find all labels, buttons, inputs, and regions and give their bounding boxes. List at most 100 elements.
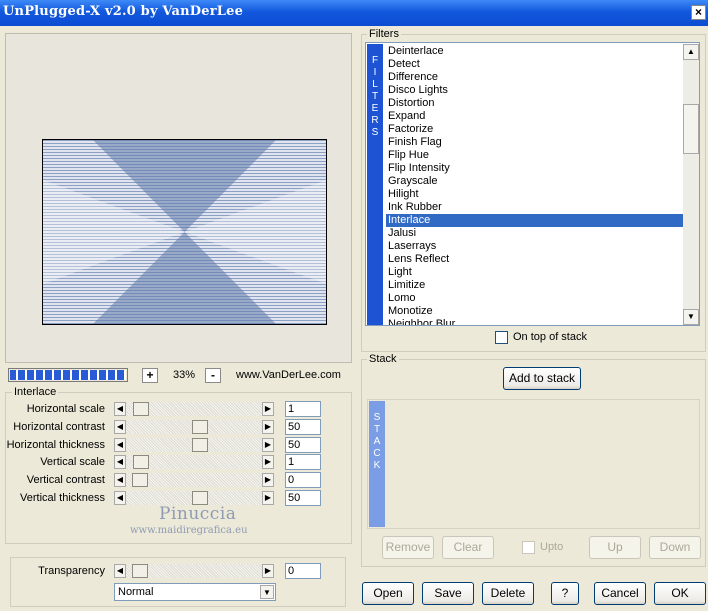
slider-value-field[interactable]: 1 <box>285 401 321 417</box>
slider-label: Horizontal thickness <box>6 439 105 451</box>
filter-item[interactable]: Difference <box>386 71 683 84</box>
stack-list[interactable]: STACK <box>367 399 700 529</box>
transparency-slider[interactable] <box>126 564 262 578</box>
transparency-thumb[interactable] <box>132 564 148 578</box>
chevron-down-icon[interactable]: ▼ <box>260 585 274 599</box>
slider-right-arrow-icon[interactable]: ▶ <box>262 473 274 487</box>
filter-item[interactable]: Interlace <box>386 214 683 227</box>
filters-scrollbar[interactable]: ▲ ▼ <box>683 44 699 325</box>
slider-thumb[interactable] <box>192 438 208 452</box>
slider-thumb[interactable] <box>133 402 149 416</box>
filter-item[interactable]: Factorize <box>386 123 683 136</box>
filter-item[interactable]: Deinterlace <box>386 45 683 58</box>
slider-left-arrow-icon[interactable]: ◀ <box>114 491 126 505</box>
slider-right-arrow-icon[interactable]: ▶ <box>262 491 274 505</box>
filter-item[interactable]: Light <box>386 266 683 279</box>
window-title: UnPlugged-X v2.0 by VanDerLee <box>3 4 244 19</box>
slider-label: Vertical thickness <box>20 492 105 504</box>
slider-right-arrow-icon[interactable]: ▶ <box>262 455 274 469</box>
watermark-site: www.maidiregrafica.eu <box>130 525 248 536</box>
strip-letter: S <box>373 412 381 423</box>
stack-legend: Stack <box>367 353 399 365</box>
ok-button[interactable]: OK <box>654 582 706 605</box>
filter-item[interactable]: Ink Rubber <box>386 201 683 214</box>
website-link[interactable]: www.VanDerLee.com <box>236 369 341 381</box>
slider-right-arrow-icon[interactable]: ▶ <box>262 438 274 452</box>
filter-item[interactable]: Distortion <box>386 97 683 110</box>
transparency-left-arrow[interactable]: ◀ <box>114 564 126 578</box>
filter-item[interactable]: Monotize <box>386 305 683 318</box>
open-button[interactable]: Open <box>362 582 414 605</box>
delete-button[interactable]: Delete <box>482 582 534 605</box>
slider-left-arrow-icon[interactable]: ◀ <box>114 455 126 469</box>
filter-item[interactable]: Flip Hue <box>386 149 683 162</box>
filter-item[interactable]: Grayscale <box>386 175 683 188</box>
preview-image[interactable] <box>42 139 327 325</box>
slider-right-arrow-icon[interactable]: ▶ <box>262 420 274 434</box>
slider-value-field[interactable]: 1 <box>285 454 321 470</box>
filters-legend: Filters <box>367 28 401 40</box>
filter-item[interactable]: Laserrays <box>386 240 683 253</box>
filter-item[interactable]: Expand <box>386 110 683 123</box>
slider-value-field[interactable]: 50 <box>285 490 321 506</box>
strip-letter: R <box>371 115 379 126</box>
slider-value-field[interactable]: 50 <box>285 437 321 453</box>
zoom-out-button[interactable]: - <box>205 368 221 383</box>
slider-track[interactable] <box>126 402 262 416</box>
clear-button[interactable]: Clear <box>442 536 494 559</box>
scroll-down-arrow-icon[interactable]: ▼ <box>683 309 699 325</box>
watermark-name: Pinuccia <box>159 504 237 524</box>
slider-thumb[interactable] <box>192 491 208 505</box>
filter-item[interactable]: Disco Lights <box>386 84 683 97</box>
slider-track[interactable] <box>126 491 262 505</box>
slider-right-arrow-icon[interactable]: ▶ <box>262 402 274 416</box>
down-button[interactable]: Down <box>649 536 701 559</box>
slider-track[interactable] <box>126 473 262 487</box>
slider-thumb[interactable] <box>132 473 148 487</box>
transparency-value[interactable]: 0 <box>285 563 321 579</box>
scroll-thumb[interactable] <box>683 104 699 154</box>
filter-item[interactable]: Lomo <box>386 292 683 305</box>
scroll-up-arrow-icon[interactable]: ▲ <box>683 44 699 60</box>
filter-item[interactable]: Detect <box>386 58 683 71</box>
filter-item[interactable]: Lens Reflect <box>386 253 683 266</box>
help-button[interactable]: ? <box>551 582 579 605</box>
slider-track[interactable] <box>126 420 262 434</box>
save-button[interactable]: Save <box>422 582 474 605</box>
filter-item[interactable]: Hilight <box>386 188 683 201</box>
slider-track[interactable] <box>126 438 262 452</box>
strip-letter: L <box>372 79 378 90</box>
filter-item[interactable]: Flip Intensity <box>386 162 683 175</box>
zoom-value: 33% <box>172 369 196 381</box>
remove-button[interactable]: Remove <box>382 536 434 559</box>
transparency-right-arrow[interactable]: ▶ <box>262 564 274 578</box>
upto-label: Upto <box>540 541 564 553</box>
close-button[interactable]: × <box>691 5 706 20</box>
slider-left-arrow-icon[interactable]: ◀ <box>114 420 126 434</box>
zoom-in-button[interactable]: + <box>142 368 158 383</box>
strip-letter: A <box>373 436 381 447</box>
slider-left-arrow-icon[interactable]: ◀ <box>114 402 126 416</box>
slider-left-arrow-icon[interactable]: ◀ <box>114 438 126 452</box>
filter-item[interactable]: Jalusi <box>386 227 683 240</box>
slider-thumb[interactable] <box>192 420 208 434</box>
filters-list[interactable]: FILTERS Deinterlace Detect Difference Disco… <box>365 42 700 326</box>
blend-mode-select[interactable]: Normal ▼ <box>114 583 276 601</box>
slider-value-field[interactable]: 50 <box>285 419 321 435</box>
strip-letter: I <box>373 67 377 78</box>
stack-strip: STACK <box>369 401 385 527</box>
on-top-checkbox[interactable] <box>495 331 508 344</box>
strip-letter: F <box>371 55 379 66</box>
slider-track[interactable] <box>126 455 262 469</box>
slider-left-arrow-icon[interactable]: ◀ <box>114 473 126 487</box>
filter-item[interactable]: Limitize <box>386 279 683 292</box>
strip-letter: C <box>373 448 381 459</box>
filter-item[interactable]: Finish Flag <box>386 136 683 149</box>
up-button[interactable]: Up <box>589 536 641 559</box>
upto-checkbox[interactable] <box>522 541 535 554</box>
cancel-button[interactable]: Cancel <box>594 582 646 605</box>
filter-item[interactable]: Neighbor Blur <box>386 318 683 325</box>
add-to-stack-button[interactable]: Add to stack <box>503 367 581 390</box>
slider-thumb[interactable] <box>133 455 149 469</box>
slider-value-field[interactable]: 0 <box>285 472 321 488</box>
